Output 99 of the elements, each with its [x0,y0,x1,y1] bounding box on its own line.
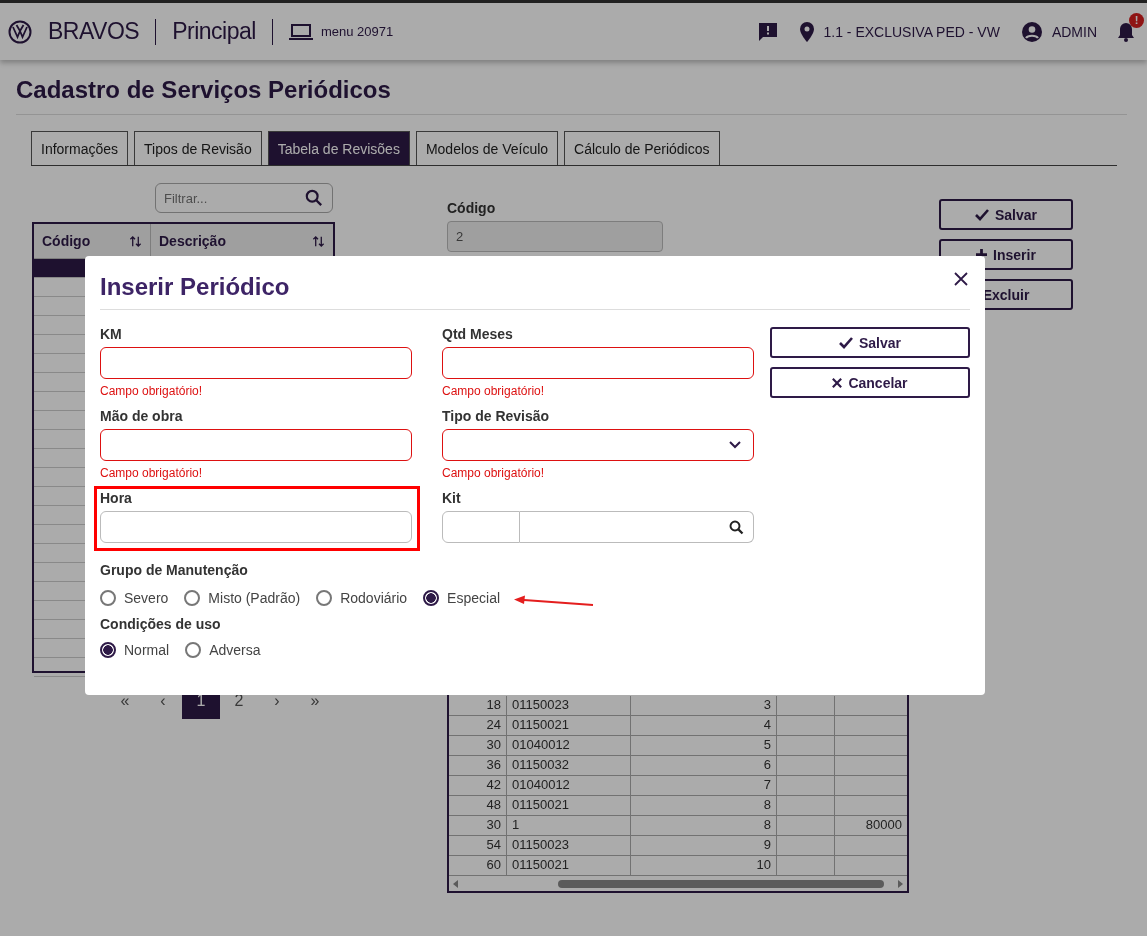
radio-label[interactable]: Adversa [209,642,261,658]
user-name[interactable]: ADMIN [1051,23,1097,40]
error-message: Campo obrigatório! [100,384,204,398]
sort-icon[interactable] [129,234,142,248]
page-button[interactable]: « [106,683,144,719]
search-icon[interactable] [729,519,744,535]
input-field[interactable] [100,511,412,543]
page-title: Cadastro de Serviços Periódicos [16,76,1127,115]
table-cell: 6 [631,756,777,775]
sort-icon[interactable] [312,234,325,248]
table-cell: 5 [631,736,777,755]
input-field[interactable] [442,347,754,379]
field-label: KM [100,326,123,342]
table-cell: 8 [631,816,777,835]
logo-icon [8,19,32,44]
field-label: Tipo de Revisão [442,408,551,424]
table-cell: 30 [449,816,507,835]
table-cell: 4 [631,716,777,735]
field-label: Código [447,200,497,216]
table-cell: 01040012 [507,776,631,795]
notification-badge: ! [1129,12,1144,28]
field-label: Kit [442,490,462,506]
table-cell: 48 [449,796,507,815]
table-cell: 01150021 [507,796,631,815]
table-cell: 01150021 [507,716,631,735]
field-label: Hora [100,490,133,506]
tab[interactable]: Modelos de Veículo [415,131,559,165]
table-cell: 01150021 [507,856,631,875]
radio-label[interactable]: Rodoviário [340,590,408,606]
laptop-icon [288,22,313,41]
tab[interactable]: Informações [31,131,129,165]
location-label[interactable]: 1.1 - EXCLUSIVA PED - VW [823,23,1000,40]
feedback-icon[interactable] [757,21,778,42]
radio-label[interactable]: Misto (Padrão) [208,590,301,606]
tab[interactable]: Cálculo de Periódicos [564,131,720,165]
radio-button[interactable] [316,590,333,606]
brand-name: BRAVOS [48,18,140,45]
table-cell: 3 [631,696,777,715]
menu-label: menu 20971 [320,24,394,39]
input-field[interactable] [442,511,520,543]
radio-button[interactable] [184,590,201,606]
error-message: Campo obrigatório! [442,466,546,480]
table-cell: 01150032 [507,756,631,775]
table-cell: 1 [507,816,631,835]
table-cell: 42 [449,776,507,795]
tab[interactable]: Tabela de Revisões [267,131,410,165]
action-button[interactable]: Salvar [939,199,1073,230]
close-icon [832,377,843,388]
field-label: Mão de obra [100,408,184,424]
table-cell: 18 [449,696,507,715]
table-cell: 01150023 [507,836,631,855]
page-button[interactable]: ‹ [144,683,182,719]
table-cell-text: 80000 [864,816,903,834]
table-cell: 10 [631,856,777,875]
column-header[interactable]: Descrição [159,233,226,249]
group-label: Grupo de Manutenção [100,562,249,578]
table-cell: 01040012 [507,736,631,755]
error-message: Campo obrigatório! [442,384,546,398]
input-field[interactable] [100,347,412,379]
dialog-button[interactable]: Salvar [770,327,970,358]
radio-button[interactable] [100,642,116,658]
radio-button[interactable] [185,642,202,658]
input-field[interactable] [100,429,412,461]
tab[interactable]: Tipos de Revisão [134,131,262,165]
table-cell: 24 [449,716,507,735]
chevron-down-icon [729,441,741,449]
radio-label[interactable]: Severo [124,590,169,606]
close-icon[interactable] [954,271,968,286]
page-button[interactable]: › [258,683,296,719]
radio-button[interactable] [100,590,116,606]
radio-label[interactable]: Normal [124,642,170,658]
radio-label[interactable]: Especial [447,590,501,606]
table-cell: 8 [631,796,777,815]
table-cell: 60 [449,856,507,875]
table-cell: 54 [449,836,507,855]
column-header[interactable]: Código [42,233,91,249]
check-icon [838,336,853,349]
module-name: Principal [172,18,256,45]
group-label: Condições de uso [100,616,222,632]
radio-button[interactable] [423,590,440,606]
check-icon [974,208,989,221]
search-icon[interactable] [305,189,323,207]
bell-icon[interactable] [1117,21,1135,42]
table-cell: 30 [449,736,507,755]
code-field[interactable]: 2 [447,221,663,252]
table-cell: 01150023 [507,696,631,715]
table-cell: 36 [449,756,507,775]
search-field[interactable] [520,511,754,543]
user-avatar-icon [1021,21,1042,42]
field-label: Qtd Meses [442,326,514,342]
filter-field[interactable]: Filtrar... [155,183,333,213]
dialog-button[interactable]: Cancelar [770,367,970,398]
page-button[interactable]: » [296,683,334,719]
select-field[interactable] [442,429,754,461]
table-cell: 9 [631,836,777,855]
modal-title: Inserir Periódico [100,272,290,301]
error-message: Campo obrigatório! [100,466,204,480]
location-pin-icon [799,21,814,42]
table-cell: 7 [631,776,777,795]
